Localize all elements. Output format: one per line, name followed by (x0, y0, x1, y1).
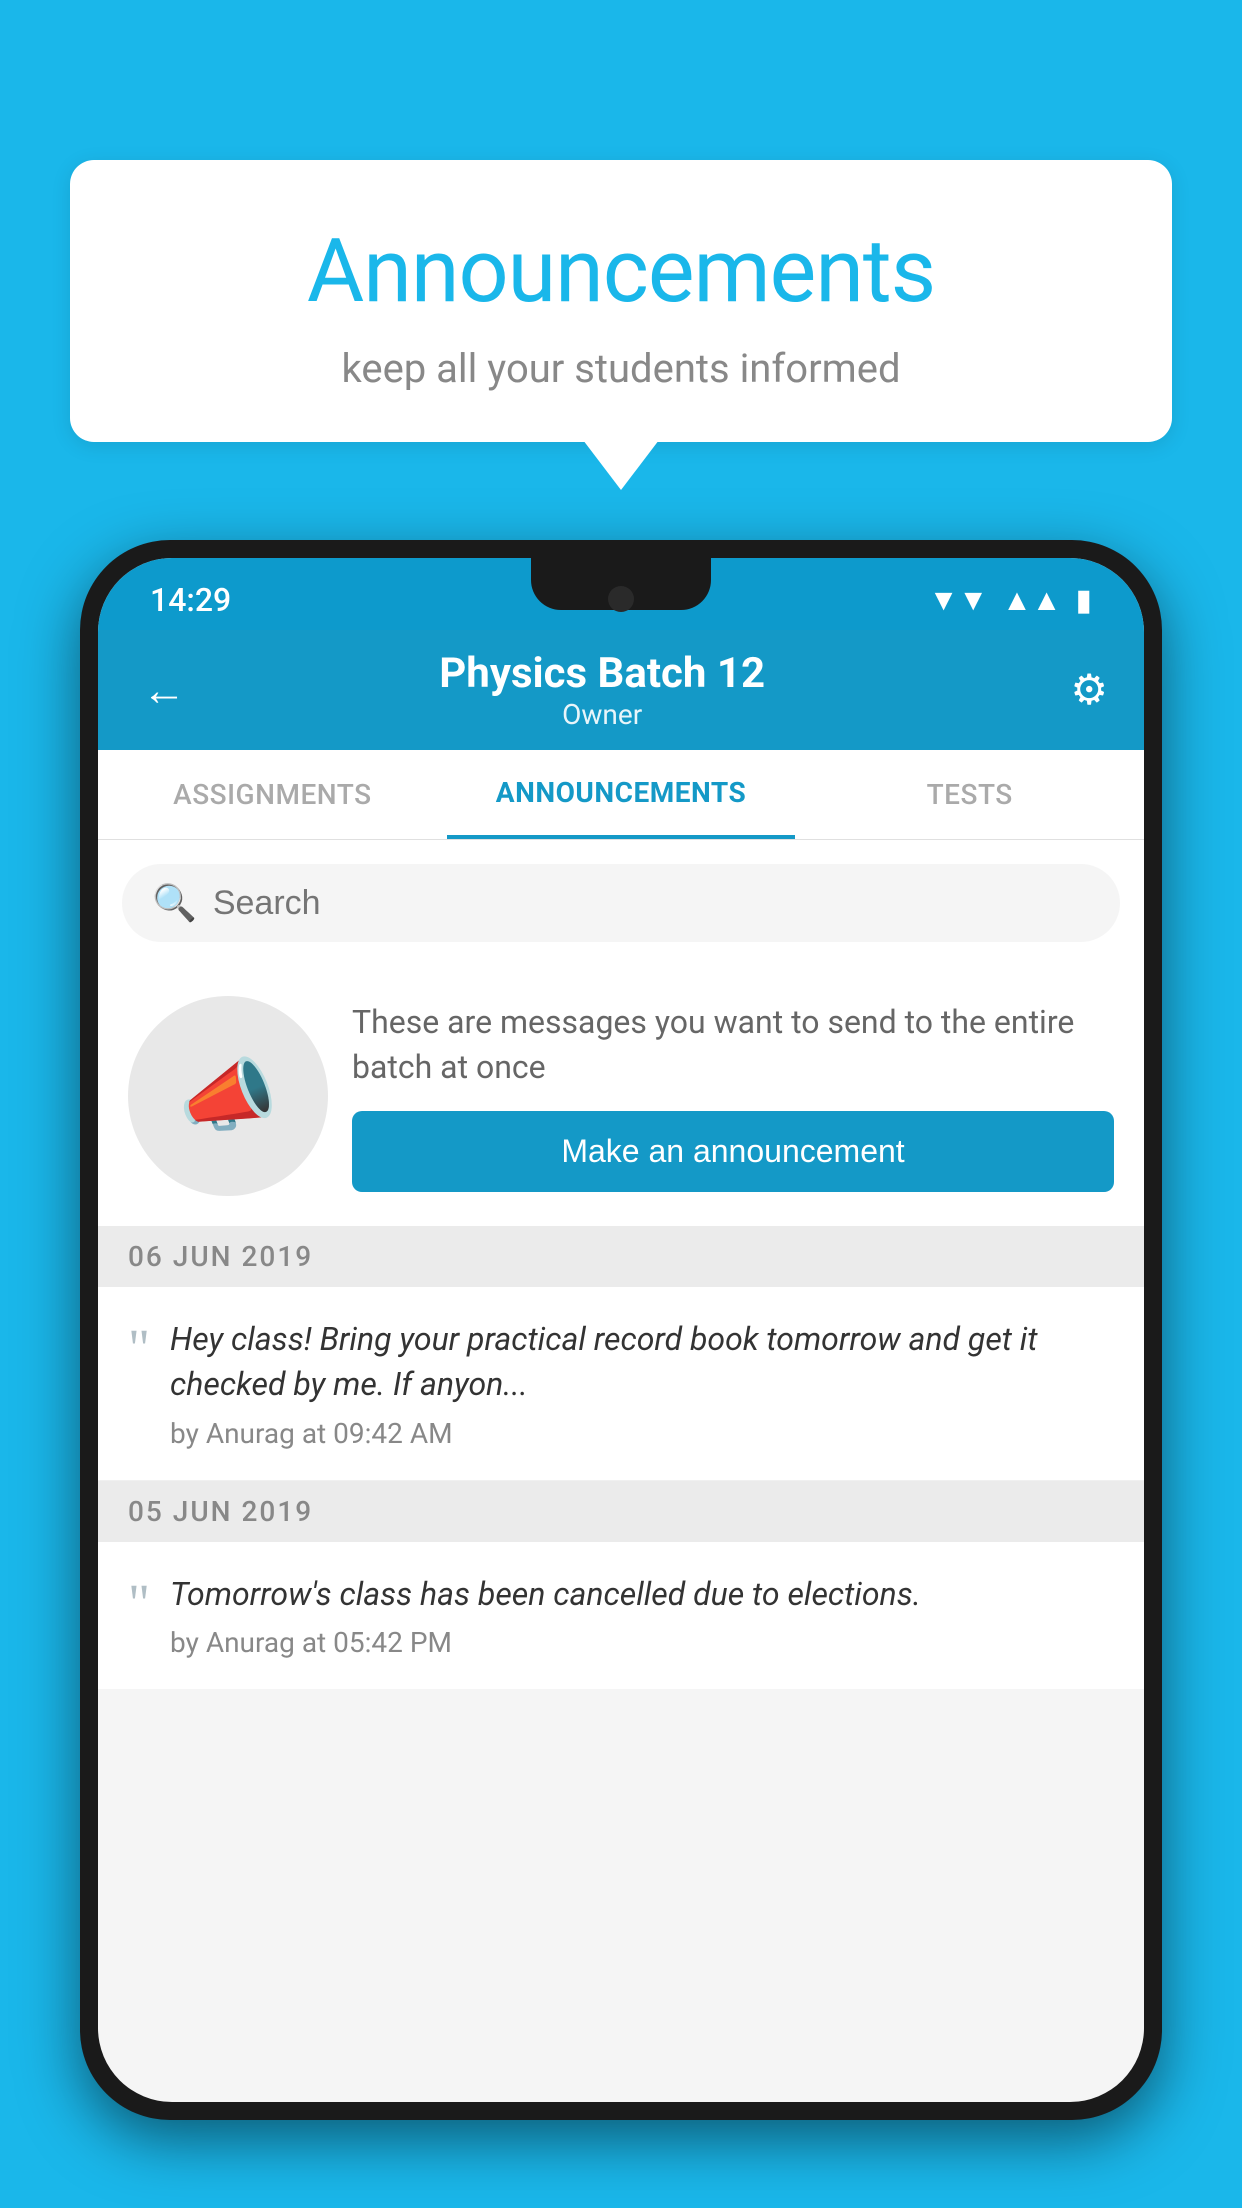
tab-tests[interactable]: TESTS (795, 750, 1144, 839)
app-bar-title-block: Physics Batch 12 Owner (134, 649, 1070, 731)
phone-container: 14:29 ▼▼ ▲▲ ▮ ← Physics Batch 12 Owner ⚙… (80, 540, 1162, 2208)
megaphone-icon: 📣 (178, 1049, 278, 1143)
content-area: 🔍 📣 These are messages you want to send … (98, 840, 1144, 1689)
app-bar: ← Physics Batch 12 Owner ⚙ (98, 630, 1144, 750)
search-input[interactable] (213, 884, 1090, 923)
date-separator-2: 05 JUN 2019 (98, 1481, 1144, 1542)
batch-name: Physics Batch 12 (134, 649, 1070, 698)
status-time: 14:29 (150, 581, 231, 619)
quote-icon-2: " (128, 1576, 150, 1660)
make-announcement-button[interactable]: Make an announcement (352, 1111, 1114, 1192)
bubble-subtitle: keep all your students informed (120, 345, 1122, 392)
phone-screen: 14:29 ▼▼ ▲▲ ▮ ← Physics Batch 12 Owner ⚙… (98, 558, 1144, 2102)
promo-right: These are messages you want to send to t… (352, 1000, 1114, 1193)
signal-icon: ▲▲ (1002, 583, 1061, 618)
announcement-text-1: Hey class! Bring your practical record b… (170, 1317, 1114, 1407)
settings-button[interactable]: ⚙ (1070, 665, 1108, 715)
speech-bubble: Announcements keep all your students inf… (70, 160, 1172, 442)
promo-description: These are messages you want to send to t… (352, 1000, 1114, 1090)
status-icons: ▼▼ ▲▲ ▮ (929, 583, 1092, 618)
search-icon: 🔍 (152, 882, 197, 924)
announcement-text-2: Tomorrow's class has been cancelled due … (170, 1572, 1114, 1617)
announcement-meta-1: by Anurag at 09:42 AM (170, 1417, 1114, 1450)
announcement-item-1: " Hey class! Bring your practical record… (98, 1287, 1144, 1481)
batch-role: Owner (134, 698, 1070, 731)
announcement-meta-2: by Anurag at 05:42 PM (170, 1626, 1114, 1659)
tabs-bar: ASSIGNMENTS ANNOUNCEMENTS TESTS (98, 750, 1144, 840)
phone-outer: 14:29 ▼▼ ▲▲ ▮ ← Physics Batch 12 Owner ⚙… (80, 540, 1162, 2120)
announcement-body-2: Tomorrow's class has been cancelled due … (170, 1572, 1114, 1660)
announcement-promo: 📣 These are messages you want to send to… (98, 966, 1144, 1226)
phone-notch (531, 558, 711, 610)
promo-icon-circle: 📣 (128, 996, 328, 1196)
battery-icon: ▮ (1075, 583, 1092, 618)
phone-camera (608, 586, 634, 612)
announcement-body-1: Hey class! Bring your practical record b… (170, 1317, 1114, 1450)
announcement-item-2: " Tomorrow's class has been cancelled du… (98, 1542, 1144, 1690)
bubble-title: Announcements (120, 220, 1122, 323)
tab-assignments[interactable]: ASSIGNMENTS (98, 750, 447, 839)
quote-icon-1: " (128, 1321, 150, 1450)
tab-announcements[interactable]: ANNOUNCEMENTS (447, 750, 796, 839)
wifi-icon: ▼▼ (929, 583, 988, 618)
search-bar[interactable]: 🔍 (122, 864, 1120, 942)
date-separator-1: 06 JUN 2019 (98, 1226, 1144, 1287)
